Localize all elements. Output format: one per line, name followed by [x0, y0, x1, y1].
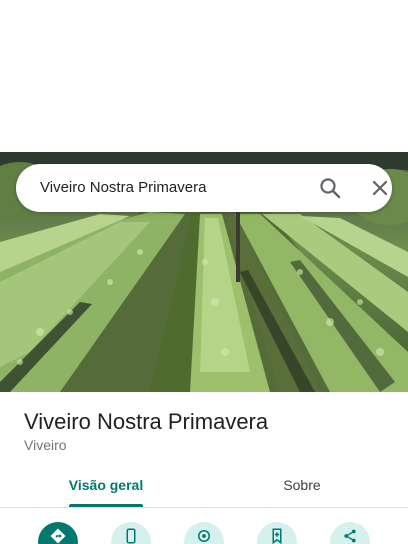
save-button[interactable]: [257, 522, 297, 544]
selected-tab-indicator: [69, 504, 143, 507]
location-pin-icon: [198, 530, 210, 542]
save-bookmark-icon: [272, 528, 282, 544]
directions-button[interactable]: [38, 522, 78, 544]
phone-icon: [126, 528, 136, 544]
action-buttons-row: [0, 520, 408, 544]
share-button[interactable]: [330, 522, 370, 544]
call-button[interactable]: [111, 522, 151, 544]
search-icon[interactable]: [318, 176, 342, 200]
map-area-blank: [0, 0, 408, 152]
tab-overview[interactable]: Visão geral: [36, 466, 176, 506]
search-input[interactable]: Viveiro Nostra Primavera: [40, 164, 290, 212]
place-title: Viveiro Nostra Primavera: [24, 409, 269, 434]
location-button[interactable]: [184, 522, 224, 544]
tab-about[interactable]: Sobre: [232, 466, 372, 506]
place-tabs: Visão geral Sobre: [0, 466, 408, 508]
place-category: Viveiro: [24, 437, 67, 453]
share-icon: [344, 529, 356, 543]
search-bar[interactable]: Viveiro Nostra Primavera: [16, 164, 392, 212]
directions-icon: [50, 528, 66, 544]
close-icon[interactable]: [368, 176, 392, 200]
